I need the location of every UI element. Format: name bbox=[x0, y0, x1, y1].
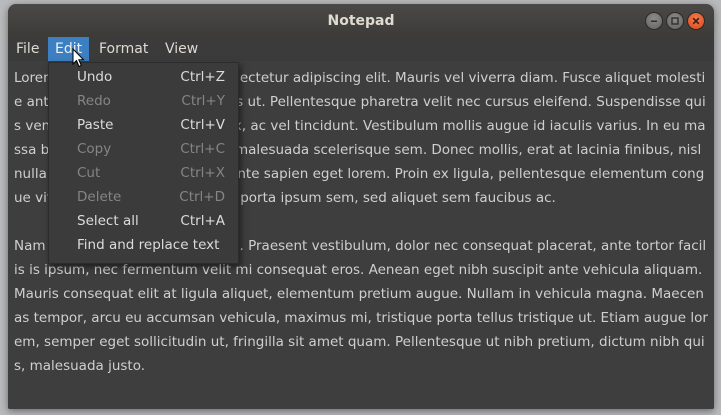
menu-item-label: Copy bbox=[77, 141, 112, 157]
menu-item-delete: Delete Ctrl+D bbox=[49, 185, 238, 209]
menu-item-label: Select all bbox=[77, 213, 139, 229]
menu-item-label: Paste bbox=[77, 117, 114, 133]
menu-item-shortcut: Ctrl+Z bbox=[180, 69, 225, 85]
menu-item-shortcut: Ctrl+D bbox=[179, 189, 225, 205]
maximize-icon bbox=[671, 17, 679, 25]
menu-format[interactable]: Format bbox=[92, 37, 155, 61]
maximize-button[interactable] bbox=[666, 12, 684, 30]
menu-item-select-all[interactable]: Select all Ctrl+A bbox=[49, 209, 238, 233]
menu-item-shortcut: Ctrl+Y bbox=[181, 93, 225, 109]
menu-item-cut: Cut Ctrl+X bbox=[49, 161, 238, 185]
menu-item-label: Find and replace text bbox=[77, 237, 220, 253]
menu-bar: File Edit Format View bbox=[8, 37, 714, 61]
menu-item-paste[interactable]: Paste Ctrl+V bbox=[49, 113, 238, 137]
menu-file[interactable]: File bbox=[9, 37, 46, 61]
menu-item-label: Delete bbox=[77, 189, 122, 205]
menu-item-shortcut: Ctrl+V bbox=[180, 117, 225, 133]
window-title: Notepad bbox=[327, 13, 395, 29]
menu-view[interactable]: View bbox=[158, 37, 205, 61]
title-bar[interactable]: Notepad bbox=[8, 4, 714, 37]
menu-item-label: Cut bbox=[77, 165, 101, 181]
minimize-icon bbox=[651, 20, 657, 22]
minimize-button[interactable] bbox=[645, 12, 663, 30]
menu-item-shortcut: Ctrl+C bbox=[180, 141, 225, 157]
menu-item-copy: Copy Ctrl+C bbox=[49, 137, 238, 161]
notepad-window: Notepad File Edit Format View Lorem ipsu… bbox=[8, 4, 714, 409]
menu-item-shortcut: Ctrl+A bbox=[180, 213, 225, 229]
close-button[interactable] bbox=[687, 12, 705, 30]
menu-item-find-replace[interactable]: Find and replace text bbox=[49, 233, 238, 257]
edit-menu-dropdown: Undo Ctrl+Z Redo Ctrl+Y Paste Ctrl+V Cop… bbox=[48, 62, 239, 264]
menu-item-redo: Redo Ctrl+Y bbox=[49, 89, 238, 113]
mouse-pointer-icon bbox=[72, 48, 85, 68]
menu-item-shortcut: Ctrl+X bbox=[180, 165, 225, 181]
close-icon bbox=[692, 17, 700, 25]
menu-item-label: Redo bbox=[77, 93, 111, 109]
